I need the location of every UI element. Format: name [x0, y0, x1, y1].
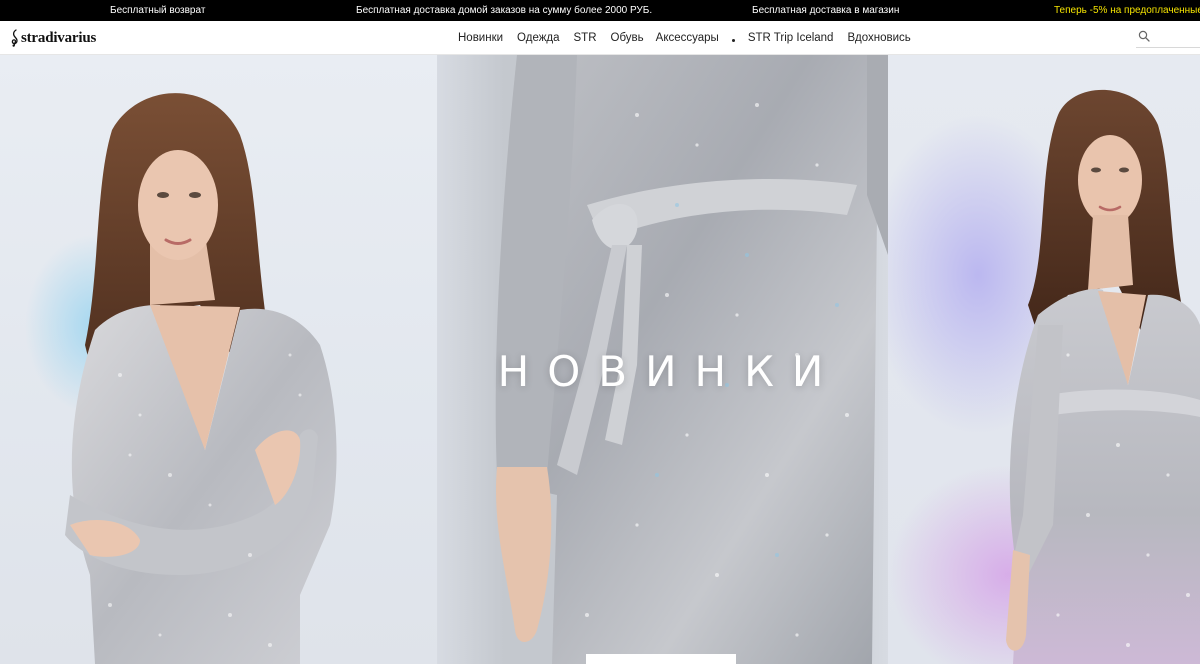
treble-clef-icon [11, 29, 18, 47]
promo-free-returns[interactable]: Бесплатный возврат [110, 0, 205, 21]
search-icon[interactable] [1138, 30, 1150, 42]
nav-item-inspire[interactable]: Вдохновись [847, 32, 910, 44]
hero-cta-button[interactable] [586, 654, 736, 664]
nav-dot-separator [731, 38, 735, 42]
nav-item-clothing[interactable]: Одежда [517, 32, 559, 44]
promo-bar: Бесплатный возврат Бесплатная доставка д… [0, 0, 1200, 21]
logo-text: stradivarius [21, 29, 97, 46]
hero-title[interactable]: НОВИНКИ [437, 347, 888, 396]
promo-prepaid-discount[interactable]: Теперь -5% на предоплаченные заказ [1054, 0, 1200, 21]
site-header: stradivarius Новинки Одежда STR Обувь Ак… [0, 21, 1200, 55]
search-input[interactable] [1154, 29, 1200, 46]
nav-item-new[interactable]: Новинки [458, 32, 503, 44]
model-photo-left [25, 93, 337, 664]
hero-photo-left[interactable] [0, 55, 437, 664]
main-nav: Новинки Одежда STR Обувь Аксессуары STR … [458, 21, 911, 55]
search-box[interactable] [1136, 28, 1200, 48]
promo-free-store-delivery[interactable]: Бесплатная доставка в магазин [752, 0, 899, 21]
nav-item-str-trip-iceland[interactable]: STR Trip Iceland [748, 32, 834, 44]
model-photo-right [888, 89, 1200, 664]
nav-item-shoes[interactable]: Обувь [611, 32, 644, 44]
nav-item-accessories[interactable]: Аксессуары [656, 32, 719, 44]
hero-banner[interactable]: НОВИНКИ [0, 55, 1200, 664]
promo-free-home-delivery[interactable]: Бесплатная доставка домой заказов на сум… [356, 0, 652, 21]
logo[interactable]: stradivarius [10, 28, 96, 48]
hero-photo-right[interactable] [888, 55, 1200, 664]
nav-item-str[interactable]: STR [574, 32, 597, 44]
